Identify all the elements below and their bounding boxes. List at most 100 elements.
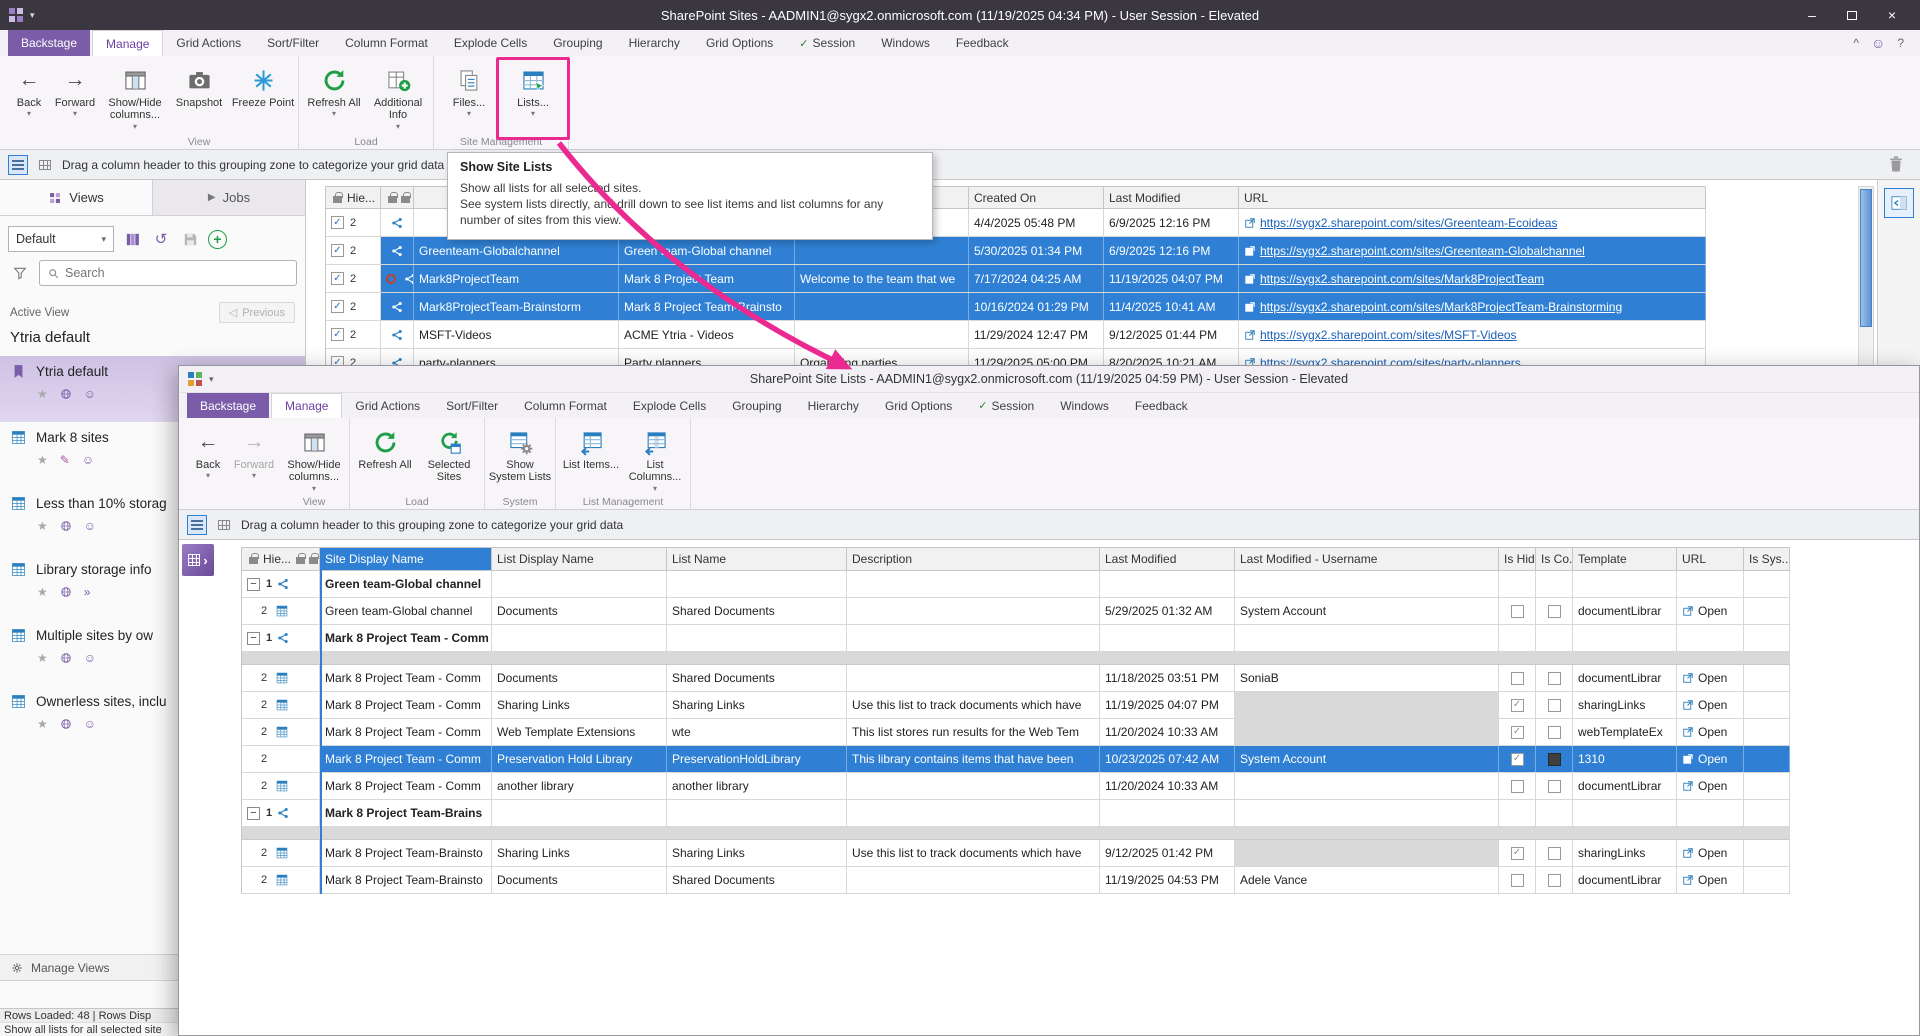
- collapse-ribbon-icon[interactable]: ^: [1853, 36, 1859, 50]
- row-checkbox[interactable]: ✓: [331, 328, 344, 341]
- is-co-checkbox[interactable]: [1548, 605, 1561, 618]
- tab-backstage[interactable]: Backstage: [8, 30, 90, 56]
- trash-icon[interactable]: [1886, 154, 1906, 177]
- tab-grouping[interactable]: Grouping: [540, 30, 615, 56]
- wand-icon[interactable]: ✎: [60, 453, 70, 467]
- list-row[interactable]: 2Mark 8 Project Team - Commanother libra…: [242, 773, 1790, 800]
- is-co-checkbox[interactable]: [1548, 780, 1561, 793]
- column-header-is-co[interactable]: Is Co...: [1536, 548, 1573, 570]
- ribbon-button-list-items[interactable]: List Items...: [559, 422, 623, 495]
- list-row[interactable]: 2Mark 8 Project Team - CommPreservation …: [242, 746, 1790, 773]
- site-row[interactable]: ✓2Mark8ProjectTeamMark 8 Project TeamWel…: [326, 265, 1706, 293]
- is-co-checkbox[interactable]: [1548, 753, 1561, 766]
- group-row[interactable]: −1Mark 8 Project Team-Brains: [242, 800, 1790, 827]
- row-checkbox[interactable]: ✓: [331, 300, 344, 313]
- collapse-box[interactable]: −: [247, 578, 260, 591]
- panel-toggle-button[interactable]: [1884, 188, 1914, 218]
- is-co-checkbox[interactable]: [1548, 726, 1561, 739]
- column-header-hierarchy[interactable]: Hie...: [326, 187, 381, 208]
- star-icon[interactable]: ★: [37, 519, 48, 533]
- open-link[interactable]: Open: [1698, 873, 1727, 887]
- star-icon[interactable]: ★: [37, 651, 48, 665]
- smiley-icon[interactable]: ☺: [84, 387, 96, 401]
- globe-icon[interactable]: [60, 520, 72, 532]
- tab-grid-options[interactable]: Grid Options: [693, 30, 786, 56]
- ribbon-button-back[interactable]: ←Back▾: [6, 60, 52, 135]
- column-header-url[interactable]: URL: [1677, 548, 1744, 570]
- globe-icon[interactable]: [60, 388, 72, 400]
- column-header-list-name[interactable]: List Name: [667, 548, 847, 570]
- ribbon-button-snapshot[interactable]: Snapshot: [167, 60, 231, 135]
- column-header-hierarchy[interactable]: Hie...: [242, 548, 320, 570]
- star-icon[interactable]: ★: [37, 453, 48, 467]
- group-row[interactable]: −1Mark 8 Project Team - Comm: [242, 625, 1790, 652]
- tab-sort-filter[interactable]: Sort/Filter: [433, 393, 511, 418]
- url-link[interactable]: https://sygx2.sharepoint.com/sites/MSFT-…: [1260, 328, 1517, 342]
- is-hidden-checkbox[interactable]: [1511, 780, 1524, 793]
- url-link[interactable]: https://sygx2.sharepoint.com/sites/Green…: [1260, 244, 1585, 258]
- open-link[interactable]: Open: [1698, 846, 1727, 860]
- sidebar-tab-jobs[interactable]: ▶ Jobs: [153, 180, 305, 215]
- tab-grouping[interactable]: Grouping: [719, 393, 794, 418]
- smiley-icon[interactable]: ☺: [84, 651, 96, 665]
- is-hidden-checkbox[interactable]: [1511, 605, 1524, 618]
- url-link[interactable]: https://sygx2.sharepoint.com/sites/Mark8…: [1260, 300, 1622, 314]
- is-hidden-checkbox[interactable]: ✓: [1511, 753, 1524, 766]
- column-header-is-hidden[interactable]: Is Hid...: [1499, 548, 1536, 570]
- views-panel-toggle[interactable]: ›: [182, 544, 214, 576]
- column-header-is-system[interactable]: Is Sys...: [1744, 548, 1790, 570]
- column-header-created-on[interactable]: Created On: [969, 187, 1104, 208]
- is-hidden-checkbox[interactable]: ✓: [1511, 726, 1524, 739]
- help-icon[interactable]: ?: [1897, 36, 1904, 50]
- column-header-description[interactable]: Description: [847, 548, 1100, 570]
- ribbon-button-files[interactable]: Files...▾: [437, 60, 501, 135]
- tab-explode-cells[interactable]: Explode Cells: [620, 393, 719, 418]
- close-button[interactable]: ×: [1872, 0, 1912, 30]
- is-co-checkbox[interactable]: [1548, 672, 1561, 685]
- row-checkbox[interactable]: ✓: [331, 244, 344, 257]
- group-row[interactable]: −1Green team-Global channel: [242, 571, 1790, 598]
- sidebar-tab-views[interactable]: Views: [0, 180, 153, 215]
- column-header-last-modified[interactable]: Last Modified: [1104, 187, 1239, 208]
- ribbon-button-back[interactable]: ←Back▾: [185, 422, 231, 495]
- open-link[interactable]: Open: [1698, 604, 1727, 618]
- undo-icon[interactable]: ↺: [150, 228, 172, 250]
- site-row[interactable]: ✓2Greenteam-GlobalchannelGreen team-Glob…: [326, 237, 1706, 265]
- ribbon-button-freeze-point[interactable]: Freeze Point: [231, 60, 295, 135]
- list-row[interactable]: 2Mark 8 Project Team-BrainstoDocumentsSh…: [242, 867, 1790, 894]
- tab-sort-filter[interactable]: Sort/Filter: [254, 30, 332, 56]
- tab-session[interactable]: ✓Session: [965, 393, 1047, 418]
- chevrons-icon[interactable]: »: [84, 585, 91, 599]
- quick-access-caret-icon[interactable]: ▾: [209, 374, 214, 385]
- ribbon-button-list-columns[interactable]: List Columns...▾: [623, 422, 687, 495]
- column-header-locks[interactable]: [381, 187, 414, 208]
- quick-access-caret-icon[interactable]: ▾: [30, 10, 35, 21]
- column-header-list-display-name[interactable]: List Display Name: [492, 548, 667, 570]
- ribbon-button-forward[interactable]: →Forward▾: [52, 60, 98, 135]
- star-icon[interactable]: ★: [37, 387, 48, 401]
- ribbon-button-refresh-all[interactable]: Refresh All▾: [302, 60, 366, 135]
- column-header-template[interactable]: Template: [1573, 548, 1677, 570]
- save-icon[interactable]: [179, 228, 201, 250]
- view-selector-dropdown[interactable]: Default ▾: [8, 226, 114, 252]
- tab-session[interactable]: ✓Session: [786, 30, 868, 56]
- view-mode-grid-button[interactable]: [35, 155, 55, 175]
- open-link[interactable]: Open: [1698, 725, 1727, 739]
- filter-icon[interactable]: [8, 261, 32, 285]
- is-co-checkbox[interactable]: [1548, 699, 1561, 712]
- url-link[interactable]: https://sygx2.sharepoint.com/sites/Green…: [1260, 216, 1557, 230]
- ribbon-button-forward[interactable]: →Forward▾: [231, 422, 277, 495]
- tab-feedback[interactable]: Feedback: [1122, 393, 1201, 418]
- collapse-box[interactable]: −: [247, 807, 260, 820]
- tab-manage[interactable]: Manage: [271, 393, 342, 418]
- scrollbar-thumb[interactable]: [1860, 189, 1872, 327]
- url-link[interactable]: https://sygx2.sharepoint.com/sites/Mark8…: [1260, 272, 1544, 286]
- column-header-last-modified[interactable]: Last Modified: [1100, 548, 1235, 570]
- tab-grid-actions[interactable]: Grid Actions: [342, 393, 433, 418]
- star-icon[interactable]: ★: [37, 585, 48, 599]
- column-header-last-modified-username[interactable]: Last Modified - Username: [1235, 548, 1499, 570]
- tab-windows[interactable]: Windows: [1047, 393, 1122, 418]
- row-checkbox[interactable]: ✓: [331, 216, 344, 229]
- add-view-button[interactable]: +: [208, 230, 227, 249]
- tab-grid-options[interactable]: Grid Options: [872, 393, 965, 418]
